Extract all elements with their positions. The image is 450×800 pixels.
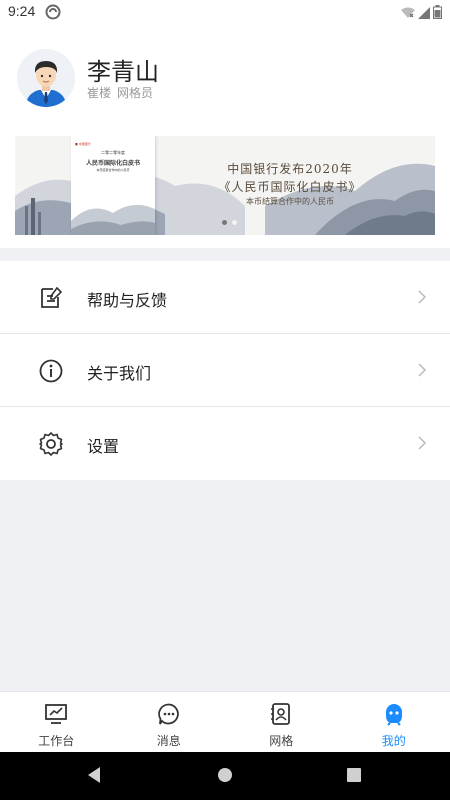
chevron-right-icon bbox=[417, 362, 427, 382]
battery-icon bbox=[433, 4, 442, 23]
tab-label: 工作台 bbox=[38, 734, 75, 748]
menu-item-help-feedback[interactable]: 帮助与反馈 bbox=[0, 261, 450, 334]
status-bar: 9:24 bbox=[0, 0, 450, 24]
tab-label: 我的 bbox=[381, 734, 406, 748]
whitepaper-cover: ■ 中国银行 二零二零年度 人民币国际化白皮书 本币结算合作中的人民币 bbox=[71, 136, 155, 235]
banner-title-line2: 《人民币国际化白皮书》 bbox=[218, 180, 362, 194]
carousel-dot bbox=[232, 220, 237, 225]
menu-item-label: 关于我们 bbox=[87, 364, 152, 383]
message-icon bbox=[157, 702, 181, 730]
book-subtitle: 本币结算合作中的人民币 bbox=[96, 168, 130, 172]
menu-list: 帮助与反馈 关于我们 设置 bbox=[0, 261, 450, 480]
book-top-text: 二零二零年度 bbox=[101, 150, 125, 155]
carousel-indicator bbox=[222, 220, 237, 225]
book-title: 人民币国际化白皮书 bbox=[85, 160, 140, 167]
wifi-icon bbox=[401, 4, 415, 23]
tab-grid[interactable]: 网格 bbox=[225, 692, 338, 752]
gear-icon bbox=[38, 431, 64, 457]
signal-icon bbox=[418, 4, 430, 23]
avatar[interactable] bbox=[17, 49, 75, 107]
tab-messages[interactable]: 消息 bbox=[113, 692, 226, 752]
carousel-dot-active bbox=[222, 220, 227, 225]
tab-label: 消息 bbox=[156, 734, 181, 748]
chevron-right-icon bbox=[417, 289, 427, 309]
monitor-icon bbox=[44, 702, 68, 730]
promo-banner[interactable]: ■ 中国银行 二零二零年度 人民币国际化白皮书 本币结算合作中的人民币 中国银行… bbox=[15, 136, 435, 235]
banner-subtitle: 本币结算合作中的人民币 bbox=[246, 197, 334, 206]
user-role: 网格员 bbox=[117, 86, 154, 100]
profile-header: 李青山 崔楼 网格员 ■ 中国银行 二零二零年度 人民币国际化白皮书 本币结算合… bbox=[0, 24, 450, 248]
system-nav-bar bbox=[0, 752, 450, 800]
tab-workbench[interactable]: 工作台 bbox=[0, 692, 113, 752]
banner-title-line1: 中国银行发布2020年 bbox=[227, 162, 353, 176]
bottom-tab-bar: 工作台 消息 网格 我的 bbox=[0, 691, 450, 752]
recents-icon[interactable] bbox=[346, 766, 362, 788]
menu-item-label: 帮助与反馈 bbox=[87, 291, 168, 310]
back-icon[interactable] bbox=[86, 766, 102, 788]
menu-item-label: 设置 bbox=[87, 437, 120, 456]
status-time: 9:24 bbox=[8, 3, 36, 19]
chevron-right-icon bbox=[417, 435, 427, 455]
info-icon bbox=[38, 358, 64, 384]
user-location: 崔楼 bbox=[87, 86, 112, 100]
contacts-icon bbox=[269, 702, 293, 730]
tab-mine[interactable]: 我的 bbox=[338, 692, 450, 752]
home-icon[interactable] bbox=[217, 766, 233, 788]
tab-label: 网格 bbox=[269, 734, 294, 748]
menu-item-settings[interactable]: 设置 bbox=[0, 407, 450, 480]
edit-icon bbox=[38, 285, 64, 311]
profile-icon bbox=[382, 702, 406, 730]
user-name: 李青山 bbox=[87, 58, 159, 86]
menu-item-about-us[interactable]: 关于我们 bbox=[0, 334, 450, 407]
app-notification-icon bbox=[45, 4, 61, 24]
user-meta: 崔楼 网格员 bbox=[87, 84, 153, 101]
